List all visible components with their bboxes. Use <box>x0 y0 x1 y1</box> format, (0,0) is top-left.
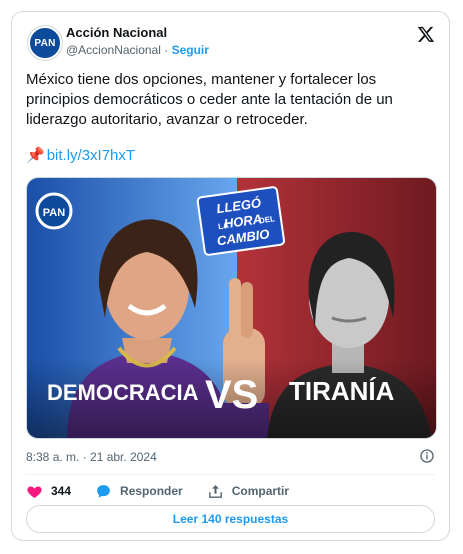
vs-label: VS <box>205 373 258 417</box>
tweet-card: PAN Acción Nacional @AccionNacional · Se… <box>11 11 450 541</box>
read-replies-button[interactable]: Leer 140 respuestas <box>26 505 435 533</box>
separator-dot: · <box>164 43 169 57</box>
author-name[interactable]: Acción Nacional <box>66 25 167 40</box>
reply-button[interactable]: Responder <box>95 483 183 500</box>
pan-logo-text: PAN <box>43 207 65 219</box>
like-button[interactable]: 344 <box>26 483 71 500</box>
share-icon <box>208 484 222 498</box>
x-logo-icon[interactable] <box>417 25 435 43</box>
like-count: 344 <box>51 484 72 498</box>
heart-icon <box>27 486 42 498</box>
pan-logo: PAN <box>35 192 73 230</box>
tweet-image[interactable]: PAN LLEGÓ LA HORA DEL CAMBIO DEMOCRACIA … <box>26 177 437 439</box>
tweet-link[interactable]: bit.ly/3xI7hxT <box>47 147 135 164</box>
tweet-timestamp[interactable]: 8:38 a. m. · 21 abr. 2024 <box>26 450 157 464</box>
action-bar: 344 Responder Compartir <box>26 480 313 502</box>
democracia-label: DEMOCRACIA <box>47 380 199 405</box>
tweet-text: México tiene dos opciones, mantener y fo… <box>26 71 393 128</box>
tirania-label: TIRANÍA <box>289 376 395 406</box>
share-label: Compartir <box>231 484 290 498</box>
author-handle-row: @AccionNacional · Seguir <box>66 43 209 57</box>
author-handle[interactable]: @AccionNacional <box>66 43 161 57</box>
link-row: 📌 bit.ly/3xI7hxT <box>26 146 135 166</box>
avatar[interactable]: PAN <box>28 26 62 60</box>
pushpin-icon: 📌 <box>26 147 45 164</box>
follow-button[interactable]: Seguir <box>172 43 209 57</box>
cambio-badge: LLEGÓ LA HORA DEL CAMBIO <box>196 186 285 256</box>
campaign-graphic: PAN LLEGÓ LA HORA DEL CAMBIO DEMOCRACIA … <box>27 178 436 438</box>
share-button[interactable]: Compartir <box>207 483 289 500</box>
reply-bubble-icon <box>97 484 110 498</box>
divider <box>26 474 435 475</box>
reply-label: Responder <box>120 484 183 498</box>
info-icon[interactable] <box>419 448 435 464</box>
avatar-label: PAN <box>34 37 56 49</box>
